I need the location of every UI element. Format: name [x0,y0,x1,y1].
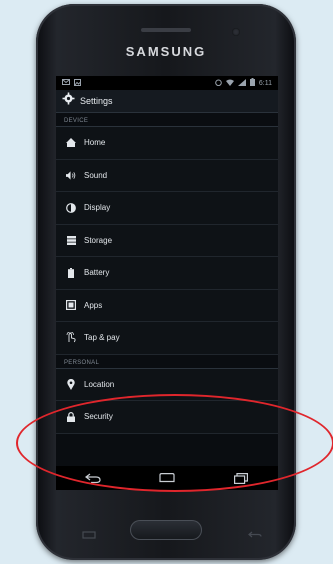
settings-item-home[interactable]: Home [56,127,278,160]
earpiece-speaker [141,28,191,32]
phone-device: SAMSUNG 6:11 Settings DEVICE Home Sound … [36,4,296,560]
back-key-icon[interactable] [248,526,262,538]
tap-pay-icon [66,332,76,343]
settings-item-location[interactable]: Location [56,368,278,401]
phone-bottom-bezel [36,490,296,560]
settings-item-label: Apps [84,300,103,310]
wifi-icon [225,79,234,88]
front-camera [232,28,240,36]
settings-gear-icon[interactable] [62,92,75,110]
settings-item-tap-pay[interactable]: Tap & pay [56,322,278,355]
settings-item-display[interactable]: Display [56,192,278,225]
apps-icon [66,300,76,311]
lock-icon [66,411,76,422]
screen: 6:11 Settings DEVICE Home Sound Display … [56,76,278,490]
settings-item-label: Battery [84,268,110,278]
menu-key-icon[interactable] [82,526,96,539]
status-bar: 6:11 [56,76,278,90]
settings-item-label: Sound [84,170,108,180]
settings-item-label: Storage [84,235,113,245]
home-icon [66,138,76,148]
settings-item-label: Display [84,203,111,213]
recent-apps-icon[interactable] [229,470,253,486]
clock: 6:11 [258,79,272,87]
settings-item-label: Location [84,379,115,389]
signal-icon [237,78,246,88]
phone-top-bezel: SAMSUNG [36,4,296,72]
battery-icon [66,267,76,278]
section-header-device: DEVICE [56,113,278,127]
settings-item-label: Home [84,138,106,148]
display-icon [66,202,76,213]
settings-item-label: Tap & pay [84,333,120,343]
settings-item-battery[interactable]: Battery [56,257,278,290]
back-nav-icon[interactable] [81,470,105,486]
physical-home-button[interactable] [130,520,202,540]
page-title: Settings [80,96,113,106]
settings-item-sound[interactable]: Sound [56,159,278,192]
storage-icon [66,235,76,245]
email-notification-icon [62,79,70,87]
action-bar: Settings [56,90,278,113]
battery-status-icon [249,78,255,88]
settings-item-storage[interactable]: Storage [56,224,278,257]
alarm-icon [215,79,222,88]
navigation-bar [56,466,278,490]
sound-icon [66,170,76,180]
settings-item-apps[interactable]: Apps [56,289,278,322]
brand-logo: SAMSUNG [125,44,207,59]
section-header-personal: PERSONAL [56,355,278,369]
settings-item-security[interactable]: Security [56,401,278,434]
image-notification-icon [74,78,81,88]
home-nav-icon[interactable] [155,470,179,486]
location-icon [66,378,76,390]
settings-item-label: Security [84,412,113,422]
